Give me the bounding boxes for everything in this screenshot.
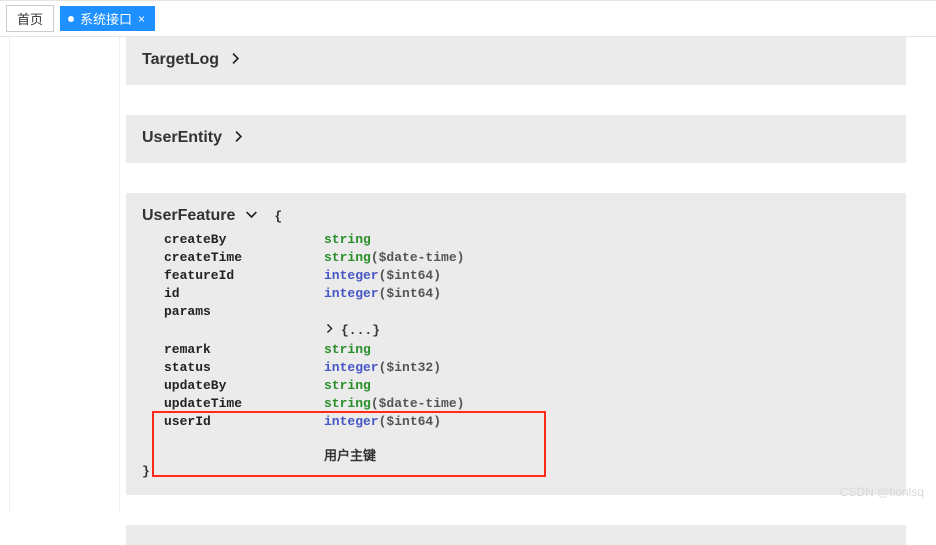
field-featureId: featureIdinteger($int64) [164, 267, 892, 285]
field-userId: userIdinteger($int64) [164, 413, 892, 431]
field-status: statusinteger($int32) [164, 359, 892, 377]
schema-body: createBystring createTimestring($date-ti… [140, 231, 892, 464]
chevron-right-icon [229, 52, 242, 68]
models-panel: TargetLog UserEntity UserFeatu [126, 37, 906, 545]
tab-system-api-label: 系统接口 [80, 9, 132, 28]
tab-home[interactable]: 首页 [6, 5, 54, 32]
field-userId-desc: 用户主键 [164, 445, 892, 464]
model-userfeature-name: UserFeature [142, 207, 235, 225]
tab-close-icon[interactable]: × [138, 12, 145, 26]
field-params-nested[interactable]: {...} [164, 321, 892, 341]
field-remark: remarkstring [164, 341, 892, 359]
next-model-placeholder [126, 525, 906, 545]
model-targetlog-name: TargetLog [142, 51, 219, 69]
chevron-down-icon [245, 208, 258, 224]
watermark: CSDN @fionlsq [840, 485, 924, 499]
tab-system-api[interactable]: 系统接口 × [60, 6, 155, 31]
sidebar-placeholder [10, 37, 120, 513]
field-id: idinteger($int64) [164, 285, 892, 303]
field-updateBy: updateBystring [164, 377, 892, 395]
model-userfeature: UserFeature { createBystring createTimes… [126, 193, 906, 495]
brace-close: } [142, 464, 892, 479]
field-createBy: createBystring [164, 231, 892, 249]
brace-open: { [274, 209, 282, 224]
tab-dirty-dot-icon [68, 16, 74, 22]
model-userentity-name: UserEntity [142, 129, 222, 147]
field-updateTime: updateTimestring($date-time) [164, 395, 892, 413]
model-targetlog[interactable]: TargetLog [126, 37, 906, 85]
chevron-right-icon [324, 321, 335, 341]
model-userfeature-header[interactable]: UserFeature { [140, 203, 892, 229]
nested-placeholder: {...} [341, 321, 380, 341]
chevron-right-icon [232, 130, 245, 146]
left-gutter [0, 37, 10, 513]
tab-home-label: 首页 [17, 12, 43, 27]
field-createTime: createTimestring($date-time) [164, 249, 892, 267]
model-userentity[interactable]: UserEntity [126, 115, 906, 163]
tab-bar: 首页 系统接口 × [0, 0, 936, 37]
field-params: params [164, 303, 892, 321]
